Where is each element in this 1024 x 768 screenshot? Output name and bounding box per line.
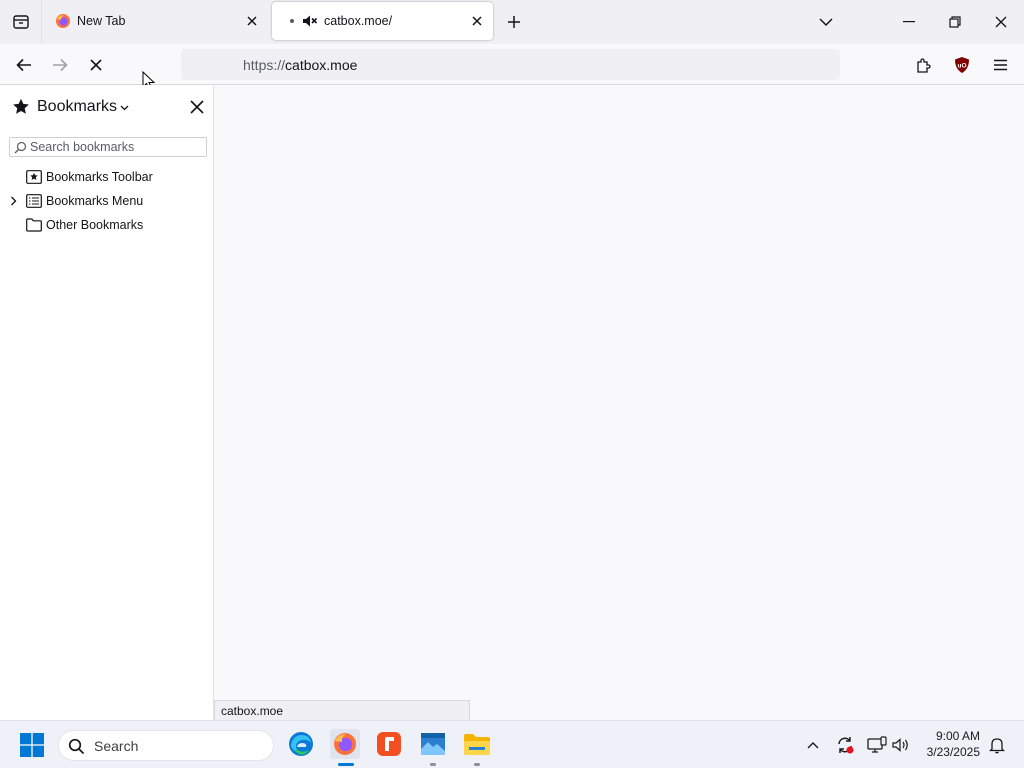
app-menu-button[interactable] [987, 52, 1013, 78]
sync-icon [838, 737, 854, 754]
puzzle-piece-icon [917, 58, 931, 73]
tab-title: New Tab [77, 14, 126, 28]
stop-icon [90, 59, 102, 71]
sidebar-header: Bookmarks [0, 85, 214, 127]
list-all-tabs-button[interactable] [803, 0, 849, 44]
window-close-button[interactable] [978, 0, 1024, 44]
bookmarks-menu-icon [26, 194, 42, 208]
show-hidden-icons-button[interactable] [802, 734, 824, 756]
close-icon [995, 16, 1007, 28]
page-content-area[interactable] [214, 85, 1024, 720]
taskbar-search-label: Search [94, 737, 139, 754]
running-indicator [338, 763, 354, 766]
tree-item-label: Other Bookmarks [46, 218, 144, 232]
taskbar-search-box[interactable]: Search [58, 730, 274, 761]
edge-icon [289, 732, 313, 756]
minimize-button[interactable] [886, 0, 932, 44]
windows-logo-icon [20, 733, 44, 757]
tab-strip: New Tab catbox.moe/ [0, 0, 1024, 44]
tab-title: catbox.moe/ [324, 14, 393, 28]
close-icon [247, 16, 257, 26]
sync-tray-button[interactable] [834, 734, 856, 756]
close-icon [190, 100, 204, 114]
restore-icon [949, 16, 961, 28]
clock-time: 9:00 AM [935, 729, 980, 743]
sidebar-title[interactable]: Bookmarks [37, 98, 117, 116]
tree-item-other-bookmarks[interactable]: Other Bookmarks [0, 214, 214, 236]
close-tab-button[interactable] [244, 13, 260, 29]
arrow-left-icon [16, 58, 31, 72]
search-icon [14, 141, 27, 154]
ublock-shield-icon: uO [955, 57, 969, 73]
flip-app-icon [377, 732, 401, 756]
muted-speaker-icon[interactable] [302, 14, 318, 28]
network-tray-button[interactable] [866, 734, 888, 756]
search-bookmarks-input[interactable] [30, 140, 200, 154]
extensions-button[interactable] [911, 52, 937, 78]
restore-button[interactable] [932, 0, 978, 44]
taskbar-app-edge[interactable] [286, 729, 316, 759]
volume-tray-button[interactable] [890, 734, 912, 756]
tree-item-label: Bookmarks Menu [46, 194, 144, 208]
folder-icon [26, 218, 42, 232]
navigation-toolbar: https://catbox.moe uO [0, 44, 1024, 91]
svg-text:uO: uO [957, 63, 966, 70]
notifications-button[interactable] [986, 734, 1008, 756]
firefox-favicon-icon [56, 14, 70, 28]
plus-icon [508, 16, 520, 28]
chevron-down-icon[interactable] [120, 105, 129, 111]
windows-taskbar: Search 9:00 AM 3/23/2025 [0, 720, 1024, 768]
running-indicator [430, 763, 436, 766]
bookmarks-toolbar-icon [26, 170, 42, 184]
start-button[interactable] [18, 731, 46, 759]
star-icon [13, 98, 29, 114]
close-sidebar-button[interactable] [188, 98, 206, 116]
taskbar-clock[interactable]: 9:00 AM 3/23/2025 [927, 728, 980, 760]
url-host: catbox.moe [285, 56, 358, 73]
taskbar-app-photos[interactable] [418, 729, 448, 759]
taskbar-app-flip[interactable] [374, 729, 404, 759]
file-explorer-icon [464, 734, 490, 755]
hamburger-menu-icon [993, 59, 1007, 71]
search-bookmarks-field[interactable] [9, 137, 207, 157]
bookmarks-sidebar: Bookmarks Bookmarks Toolbar [0, 85, 214, 720]
clock-date: 3/23/2025 [926, 745, 980, 759]
tree-item-bookmarks-menu[interactable]: Bookmarks Menu [0, 190, 214, 212]
tree-item-label: Bookmarks Toolbar [46, 170, 153, 184]
firefox-view-icon [12, 15, 29, 29]
close-tab-button[interactable] [469, 13, 485, 29]
photos-icon [421, 733, 445, 755]
back-button[interactable] [11, 52, 37, 78]
minimize-icon [903, 21, 915, 23]
url-bar[interactable]: https://catbox.moe [181, 49, 840, 80]
firefox-view-button[interactable] [0, 0, 42, 44]
chevron-down-icon [819, 17, 833, 26]
network-icon [867, 736, 887, 753]
status-panel: catbox.moe [214, 700, 470, 720]
chevron-right-icon[interactable] [10, 196, 17, 206]
arrow-right-icon [53, 58, 68, 72]
speaker-icon [892, 738, 908, 752]
ublock-origin-button[interactable]: uO [949, 52, 975, 78]
tab-catbox[interactable]: catbox.moe/ [272, 2, 493, 40]
new-tab-button[interactable] [502, 10, 526, 34]
running-indicator [474, 763, 480, 766]
firefox-icon [334, 733, 356, 755]
taskbar-app-file-explorer[interactable] [462, 729, 492, 759]
stop-loading-button[interactable] [83, 52, 109, 78]
tree-item-bookmarks-toolbar[interactable]: Bookmarks Toolbar [0, 166, 214, 188]
search-icon [68, 738, 85, 755]
taskbar-app-firefox[interactable] [330, 729, 360, 759]
close-icon [472, 16, 482, 26]
bell-icon [989, 738, 1005, 754]
forward-button[interactable] [47, 52, 73, 78]
url-scheme: https:// [243, 56, 286, 73]
tab-new-tab[interactable]: New Tab [44, 2, 268, 40]
chevron-up-icon [807, 742, 819, 749]
loading-dot-icon [290, 19, 294, 23]
